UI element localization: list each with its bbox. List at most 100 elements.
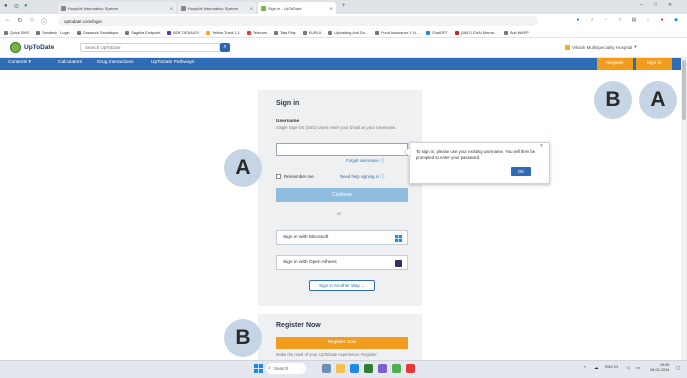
downloads-icon[interactable]: ↓ <box>644 16 652 24</box>
hospital-icon <box>565 44 570 50</box>
address-bar[interactable]: uptodate.com/login <box>58 16 538 26</box>
wifi-icon[interactable]: ☁ <box>594 365 599 371</box>
bookmark-item[interactable]: Quick SMS <box>4 30 29 35</box>
new-tab-button[interactable]: + <box>342 3 346 9</box>
tab-favicon-icon <box>181 5 186 11</box>
bookmark-icon <box>125 30 130 35</box>
bookmark-item[interactable]: Tata Play <box>274 30 296 35</box>
widgets-icon[interactable] <box>322 364 331 373</box>
uptodate-logo-icon[interactable] <box>10 42 21 53</box>
bookmark-label: Sub WAPP <box>509 30 529 35</box>
extension-icon[interactable]: ● <box>574 16 582 24</box>
tab-favicon-icon <box>261 5 266 11</box>
split-screen-icon[interactable]: ▫ <box>602 16 610 24</box>
volume-icon[interactable]: ◁ <box>626 365 629 371</box>
back-icon[interactable]: ← <box>4 17 12 23</box>
nav-drug-interactions[interactable]: Drug Interactions <box>97 60 134 65</box>
username-label: Username <box>276 119 300 124</box>
register-now-button[interactable]: Register Now <box>276 337 408 349</box>
register-button[interactable]: Register <box>597 58 633 70</box>
site-info-icon[interactable]: ⓘ <box>40 17 48 26</box>
profile-icon[interactable]: ● <box>24 3 28 9</box>
browser-menu-icon[interactable]: ● <box>4 3 8 9</box>
bookmark-item[interactable]: Fund Assurance Y N... <box>375 30 419 35</box>
taskbar-search[interactable]: Search <box>266 363 306 374</box>
reload-icon[interactable]: ↻ <box>16 17 24 24</box>
bookmark-item[interactable]: Sandesh · Login <box>36 30 70 35</box>
nav-pathways[interactable]: UpToDate Pathways <box>151 60 194 65</box>
bookmark-label: KURLA <box>308 30 322 35</box>
microsoft-signin-button[interactable]: Sign in with Microsoft <box>276 230 408 245</box>
signin-another-way-button[interactable]: Sign in Another Way ⌄ <box>309 280 375 291</box>
nav-contents[interactable]: Contents ▾ <box>8 60 31 65</box>
language-indicator[interactable]: ENG IN <box>605 365 618 369</box>
username-input[interactable] <box>276 143 408 156</box>
register-title: Register Now <box>276 322 321 329</box>
app-icon[interactable] <box>406 364 415 373</box>
battery-icon[interactable]: ▭ <box>636 365 640 371</box>
remember-me-checkbox[interactable] <box>276 174 281 179</box>
maximize-button[interactable]: □ <box>654 2 657 8</box>
file-explorer-icon[interactable] <box>336 364 345 373</box>
bookmark-item[interactable]: Uploading And Do... <box>328 30 369 35</box>
bookmark-item[interactable]: ChatGPT <box>425 30 448 35</box>
tab-hospital-info-1[interactable]: Hospital Information System ✕ <box>58 2 176 14</box>
collections-icon[interactable]: ▤ <box>630 16 638 24</box>
hospital-selector[interactable]: Vikash Multispeciality Hospital ▾ <box>565 44 636 50</box>
openathens-signin-button[interactable]: Sign in with Open Athens <box>276 255 408 270</box>
tab-close-icon[interactable]: ✕ <box>250 6 253 11</box>
search-input[interactable] <box>80 43 220 52</box>
search-icon[interactable]: ⌕ <box>220 43 230 52</box>
tab-uptodate[interactable]: Sign in - UpToDate ✕ <box>258 2 336 14</box>
need-help-link[interactable]: Need help signing in ⓘ <box>340 174 384 180</box>
tab-close-icon[interactable]: ✕ <box>330 6 333 11</box>
annotation-badge-a: A <box>639 81 677 119</box>
header-signin-button[interactable]: Sign in <box>636 58 672 70</box>
tray-chevron-icon[interactable]: ^ <box>584 365 586 370</box>
nav-calculators[interactable]: Calculators <box>58 60 82 65</box>
bookmark-item[interactable]: Sagrika Endpoint <box>125 30 160 35</box>
profile-badge-icon[interactable]: ● <box>658 16 666 24</box>
annotation-badge-a: A <box>224 149 262 187</box>
clock[interactable]: 19:59 28-01-2024 <box>650 363 669 372</box>
home-icon[interactable]: ⌂ <box>28 17 36 23</box>
bookmark-label: Uploading And Do... <box>334 30 369 35</box>
bookmark-icon <box>274 30 278 35</box>
bookmark-item[interactable]: B2B TATAAIGY <box>167 30 199 35</box>
chevron-down-icon: ▾ <box>634 44 637 49</box>
bookmark-item[interactable]: Yellow Track 1.1 <box>206 30 240 35</box>
bookmark-item[interactable]: Telecom <box>246 30 267 35</box>
username-help-text: Single Sign-On (SSO) users enter your Em… <box>276 125 397 130</box>
tooltip-ok-button[interactable]: OK <box>511 167 531 176</box>
site-logo-text[interactable]: UpToDate <box>24 44 54 51</box>
minimize-button[interactable]: – <box>640 2 643 8</box>
edge-browser-icon[interactable] <box>350 364 359 373</box>
continue-button[interactable]: Continue <box>276 188 408 202</box>
workspace-icon[interactable]: ⊙ <box>14 3 19 10</box>
read-aloud-icon[interactable]: ♪ <box>588 16 596 24</box>
scrollbar-thumb[interactable] <box>682 60 686 120</box>
teams-icon[interactable] <box>378 364 387 373</box>
chrome-icon[interactable] <box>364 364 373 373</box>
bookmark-item[interactable]: Cassandr Sandakpur <box>76 30 119 35</box>
tab-title: Sign in - UpToDate <box>268 5 302 11</box>
another-way-label: Sign in Another Way <box>319 283 360 288</box>
forgot-username-link[interactable]: Forgot username ⓘ <box>346 158 384 164</box>
bookmark-item[interactable]: (1667) CHAI Merna... <box>454 30 497 35</box>
microsoft-icon <box>395 235 402 242</box>
close-window-button[interactable]: ✕ <box>668 2 672 8</box>
bookmark-label: Cassandr Sandakpur <box>82 30 119 35</box>
copilot-icon[interactable]: ◆ <box>672 16 680 24</box>
tab-hospital-info-2[interactable]: Hospital Information System ✕ <box>178 2 256 14</box>
bookmark-icon <box>246 30 251 35</box>
or-divider: or <box>337 211 342 216</box>
tab-close-icon[interactable]: ✕ <box>170 6 173 11</box>
microsoft-signin-label: Sign in with Microsoft <box>283 235 329 240</box>
store-icon[interactable] <box>392 364 401 373</box>
notifications-icon[interactable]: ▢ <box>676 365 680 371</box>
favorites-icon[interactable]: ☆ <box>616 16 624 24</box>
tooltip-close-icon[interactable]: × <box>540 143 543 149</box>
bookmark-item[interactable]: KURLA <box>302 30 322 35</box>
windows-start-icon[interactable] <box>254 364 263 373</box>
bookmark-item[interactable]: Sub WAPP <box>503 30 529 35</box>
